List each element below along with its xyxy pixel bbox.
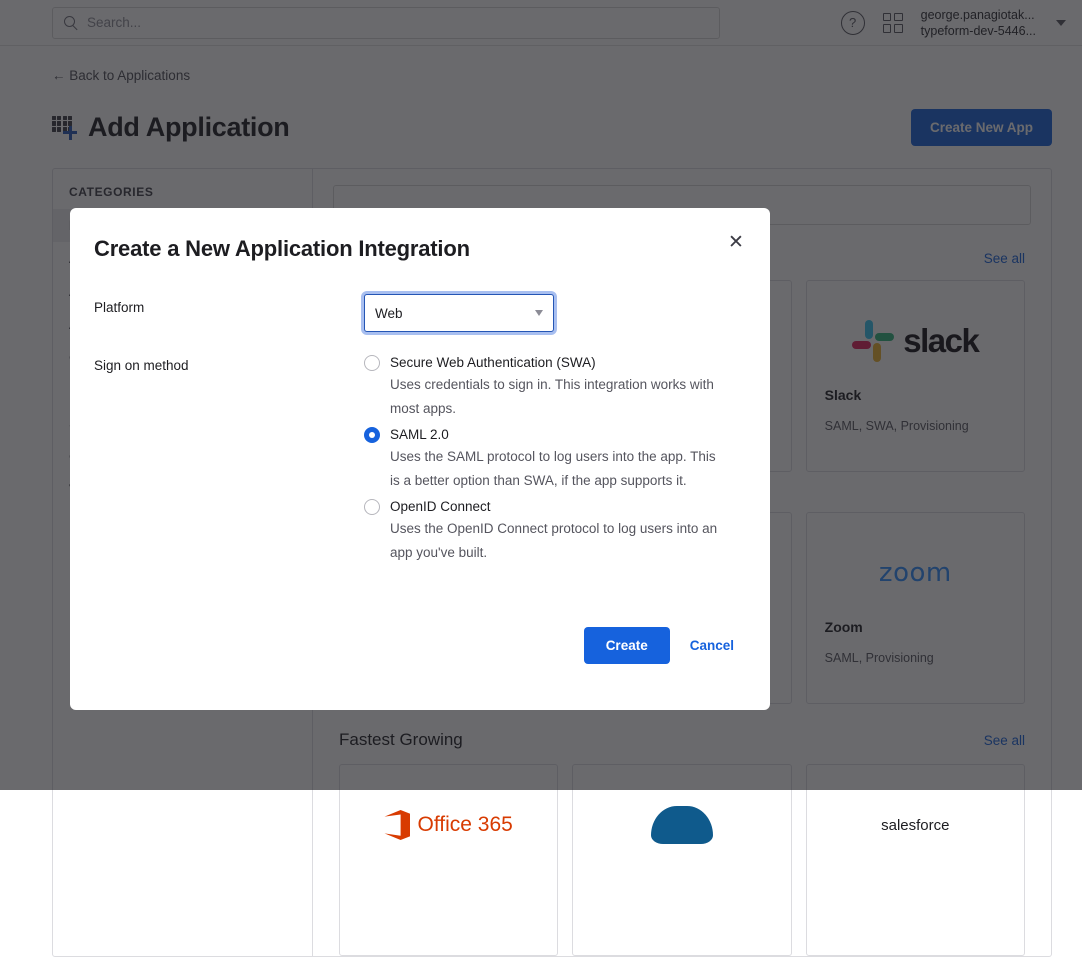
radio-desc-oidc: Uses the OpenID Connect protocol to log … [390, 521, 718, 560]
platform-select[interactable]: Web [364, 294, 554, 332]
signon-method-radio-group: Secure Web Authentication (SWA) Uses cre… [364, 352, 736, 568]
radio-icon-oidc[interactable] [364, 499, 380, 515]
radio-option-swa[interactable]: Secure Web Authentication (SWA) Uses cre… [364, 352, 736, 421]
create-application-integration-dialog: ✕ Create a New Application Integration P… [70, 208, 770, 710]
dialog-title: Create a New Application Integration [94, 236, 470, 261]
app-card[interactable] [572, 764, 792, 956]
platform-selected-value: Web [375, 305, 403, 321]
cloud-logo [591, 779, 772, 871]
dialog-actions: Create Cancel [583, 627, 736, 664]
signon-method-label: Sign on method [94, 358, 189, 373]
salesforce-logo: salesforce [881, 816, 950, 834]
office365-logo: Office 365 [358, 779, 539, 871]
app-card[interactable]: Office 365 [339, 764, 559, 956]
radio-option-saml[interactable]: SAML 2.0 Uses the SAML protocol to log u… [364, 424, 736, 493]
radio-icon-swa[interactable] [364, 355, 380, 371]
create-button[interactable]: Create [583, 627, 670, 664]
platform-row: Platform Web [94, 294, 736, 332]
platform-label: Platform [94, 300, 145, 315]
chevron-down-icon [535, 310, 543, 316]
radio-label-saml: SAML 2.0 [390, 427, 449, 442]
radio-label-swa: Secure Web Authentication (SWA) [390, 355, 596, 370]
radio-icon-saml[interactable] [364, 427, 380, 443]
radio-desc-swa: Uses credentials to sign in. This integr… [390, 377, 714, 416]
cancel-button[interactable]: Cancel [688, 632, 736, 659]
app-card[interactable]: salesforce [805, 764, 1025, 956]
radio-desc-saml: Uses the SAML protocol to log users into… [390, 449, 716, 488]
radio-option-oidc[interactable]: OpenID Connect Uses the OpenID Connect p… [364, 496, 736, 565]
radio-label-oidc: OpenID Connect [390, 499, 491, 514]
card-grid-fastest-growing: Office 365 salesforce [333, 764, 1031, 956]
close-icon[interactable]: ✕ [722, 230, 746, 254]
signon-method-row: Sign on method Secure Web Authentication… [94, 352, 736, 568]
